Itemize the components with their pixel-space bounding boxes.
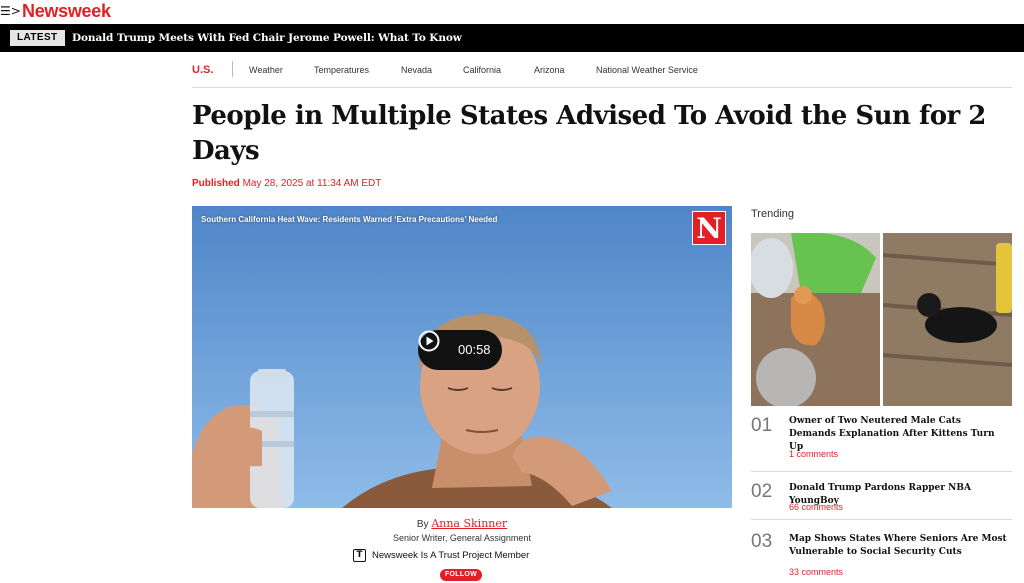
nav-item-national-weather-service[interactable]: National Weather Service: [596, 64, 698, 76]
author-line: By Anna Skinner: [192, 517, 732, 531]
published-timestamp: May 28, 2025 at 11:34 AM EDT: [242, 178, 382, 189]
section-title[interactable]: U.S.: [192, 63, 213, 77]
nav-item-temperatures[interactable]: Temperatures: [314, 64, 369, 76]
video-duration: 00:58: [458, 342, 491, 357]
published-date: Published May 28, 2025 at 11:34 AM EDT: [192, 178, 381, 190]
trust-project-link[interactable]: T Newsweek Is A Trust Project Member: [353, 549, 530, 562]
section-divider: [232, 61, 233, 77]
kittens-photo: [751, 233, 1012, 406]
newsweek-logo[interactable]: Newsweek: [22, 1, 111, 21]
nav-item-nevada[interactable]: Nevada: [401, 64, 432, 76]
top-bar: ☰> Newsweek: [0, 0, 1024, 24]
trending-number: 03: [751, 531, 773, 552]
nav-item-weather[interactable]: Weather: [249, 64, 283, 76]
nav-item-arizona[interactable]: Arizona: [534, 64, 565, 76]
trending-comments[interactable]: 1 comments: [789, 448, 838, 460]
trending-image[interactable]: [751, 233, 1012, 406]
published-label: Published: [192, 178, 240, 189]
trending-item-3[interactable]: 03 Map Shows States Where Seniors Are Mo…: [751, 531, 1012, 583]
latest-headline-link[interactable]: Donald Trump Meets With Fed Chair Jerome…: [72, 31, 462, 45]
menu-icon[interactable]: ☰>: [0, 4, 21, 18]
section-nav: U.S. Weather Temperatures Nevada Califor…: [192, 60, 1012, 88]
trending-number: 01: [751, 415, 773, 436]
play-button[interactable]: 00:58: [418, 330, 502, 370]
trust-project-text: Newsweek Is A Trust Project Member: [372, 550, 530, 561]
trending-number: 02: [751, 481, 773, 502]
author-link[interactable]: Anna Skinner: [431, 517, 507, 530]
article-headline: People in Multiple States Advised To Avo…: [192, 101, 986, 166]
trending-headline[interactable]: Map Shows States Where Seniors Are Most …: [789, 533, 1009, 559]
video-player[interactable]: Southern California Heat Wave: Residents…: [192, 206, 732, 508]
trending-item-2[interactable]: 02 Donald Trump Pardons Rapper NBA Young…: [751, 480, 1012, 520]
newsweek-badge-icon: N: [692, 211, 726, 245]
trust-project-icon: T: [353, 549, 366, 562]
nav-item-california[interactable]: California: [463, 64, 501, 76]
play-circle-icon: [418, 330, 440, 352]
video-title: Southern California Heat Wave: Residents…: [201, 215, 498, 224]
trending-comments[interactable]: 66 comments: [789, 501, 843, 513]
by-label: By: [416, 519, 429, 530]
trending-title: Trending: [751, 208, 795, 220]
byline: By Anna Skinner Senior Writer, General A…: [192, 517, 732, 581]
latest-bar: LATEST Donald Trump Meets With Fed Chair…: [0, 24, 1024, 52]
trending-comments[interactable]: 33 comments: [789, 566, 843, 578]
author-role: Senior Writer, General Assignment: [393, 533, 531, 543]
trending-item-1[interactable]: 01 Owner of Two Neutered Male Cats Deman…: [751, 415, 1012, 472]
follow-button[interactable]: FOLLOW: [440, 569, 482, 581]
latest-badge: LATEST: [10, 30, 65, 46]
